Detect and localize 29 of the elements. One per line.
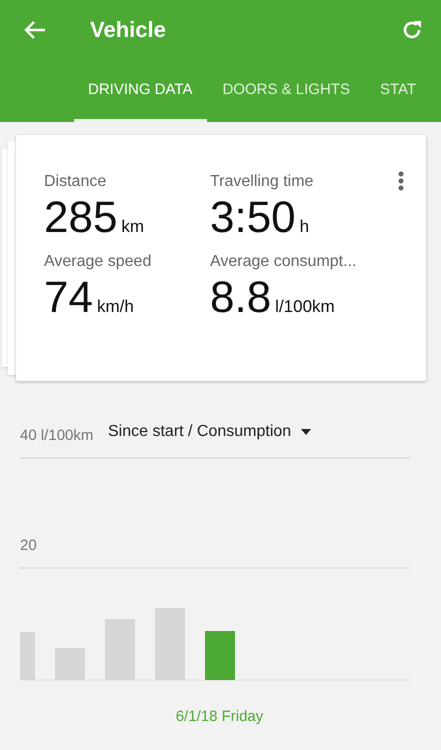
bar[interactable] [20,632,35,680]
more-icon[interactable] [398,171,404,191]
stat-value: 3:50 [210,193,296,243]
tab[interactable]: STAT [364,60,432,122]
bar[interactable] [55,648,85,680]
stat-label: Travelling time [210,173,314,191]
window-title: Vehicle [90,17,167,43]
chart-selector[interactable]: Since start / Consumption [108,423,312,441]
axis-label: 40 l/100km [20,427,94,444]
stat-value: 8.8 [210,273,272,323]
dropdown-icon [301,429,312,435]
axis-label: 20 [20,537,37,554]
stat-label: Average speed [44,253,152,271]
selected-date: 6/1/18 Friday [174,708,264,725]
bar[interactable] [155,608,185,680]
stat-label: Average consumpt... [210,253,358,271]
stat-value: 285 [44,193,118,243]
stat-unit: km [121,217,144,237]
tab[interactable]: DRIVING DATA [74,60,208,122]
stat-label: Distance [44,173,108,191]
tab[interactable]: DOORS & LIGHTS [207,60,365,122]
stat-value: 74 [44,273,93,323]
bar[interactable] [205,631,235,680]
stat-unit: l/100km [275,297,335,317]
stat-unit: km/h [96,297,134,317]
bar[interactable] [105,619,135,680]
back-arrow-icon[interactable] [24,21,46,39]
refresh-icon[interactable] [401,19,423,41]
stat-unit: h [300,217,310,237]
